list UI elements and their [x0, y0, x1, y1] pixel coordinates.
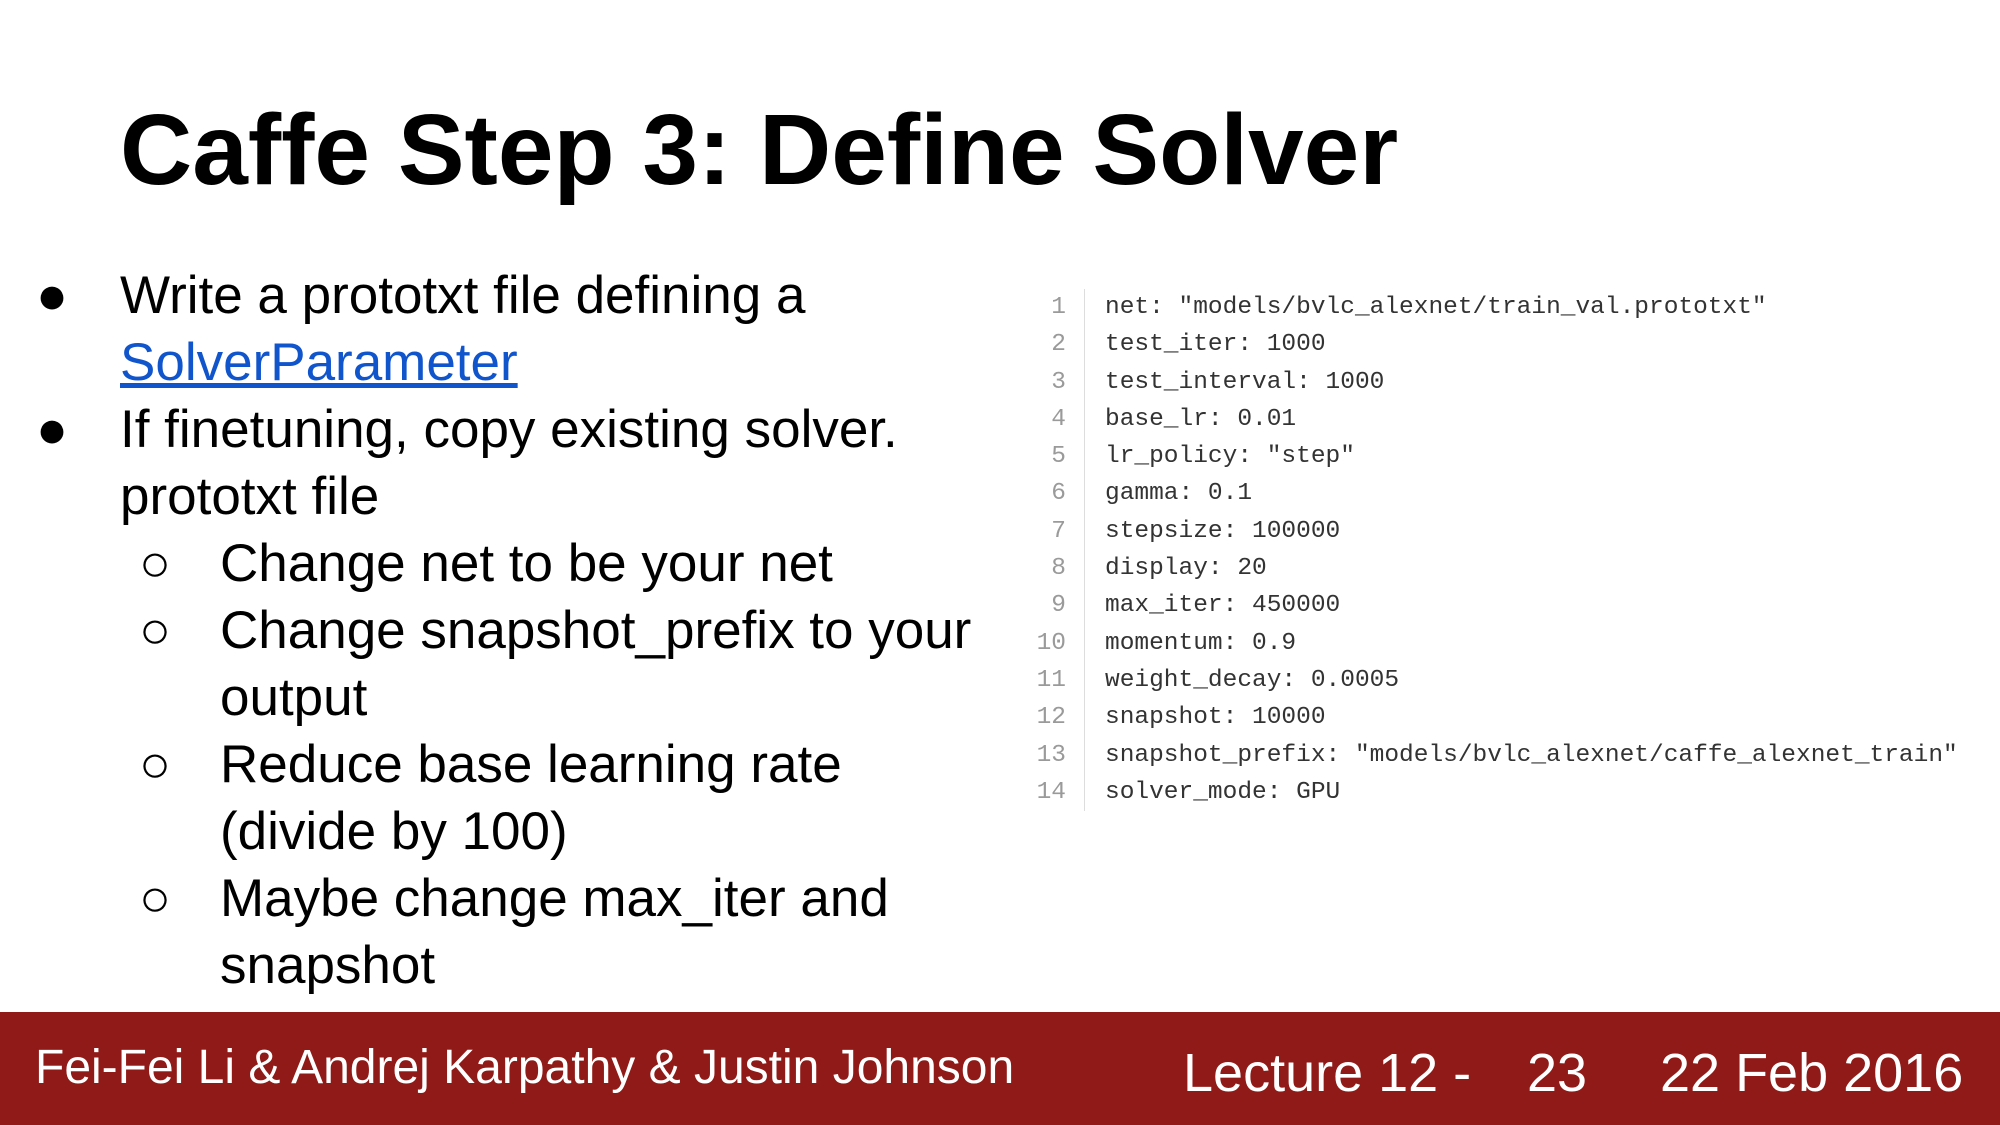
bullet-item: ● If finetuning, copy existing solver. p…	[0, 396, 1010, 530]
slide-footer: Fei-Fei Li & Andrej Karpathy & Justin Jo…	[0, 1012, 2000, 1125]
subbullet-text: output	[220, 668, 368, 727]
subbullet-text: Maybe change max_iter and	[220, 869, 889, 928]
subbullet-marker: ○	[138, 735, 171, 794]
subbullet-text: Change net to be your net	[220, 534, 833, 593]
line-number: 6	[1010, 475, 1085, 513]
code-line: 12 snapshot: 10000	[1010, 699, 1995, 737]
subbullet-text: Reduce base learning rate	[220, 735, 842, 794]
subbullet-text: snapshot	[220, 936, 436, 995]
code-line: 3 test_interval: 1000	[1010, 363, 1995, 401]
code-block: 1 net: "models/bvlc_alexnet/train_val.pro…	[1010, 289, 1995, 812]
code-line: 5 lr_policy: "step"	[1010, 438, 1995, 476]
subbullet-item: ○ Maybe change max_iter and snapshot	[0, 865, 1010, 999]
bullet-list: ● Write a prototxt file defining a Solve…	[0, 262, 1010, 999]
code-text: base_lr: 0.01	[1105, 405, 1297, 433]
bullet-marker: ●	[35, 266, 68, 325]
code-line: 14 solver_mode: GPU	[1010, 773, 1995, 812]
code-line: 8 display: 20	[1010, 550, 1995, 588]
subbullet-item: ○ Change snapshot_prefix to your output	[0, 597, 1010, 731]
code-line: 7 stepsize: 100000	[1010, 512, 1995, 551]
code-line: 11 weight_decay: 0.0005	[1010, 661, 1995, 700]
subbullet-marker: ○	[138, 534, 171, 593]
footer-page-number: 23	[1527, 1043, 1588, 1103]
code-text: momentum: 0.9	[1105, 629, 1297, 657]
code-line: 10 momentum: 0.9	[1010, 624, 1995, 662]
subbullet-item: ○ Change net to be your net	[0, 530, 1010, 597]
code-text: display: 20	[1105, 555, 1267, 583]
code-text: snapshot: 10000	[1105, 704, 1326, 732]
bullet-marker: ●	[35, 400, 68, 459]
code-text: lr_policy: "step"	[1105, 443, 1355, 471]
bullet-item: ● Write a prototxt file defining a Solve…	[0, 262, 1010, 396]
code-line: 13 snapshot_prefix: "models/bvlc_alexnet/…	[1010, 736, 1995, 774]
line-number: 5	[1010, 438, 1085, 476]
line-number: 2	[1010, 326, 1085, 364]
code-line: 1 net: "models/bvlc_alexnet/train_val.pro…	[1010, 289, 1995, 327]
code-text: stepsize: 100000	[1105, 517, 1341, 545]
code-text: test_interval: 1000	[1105, 368, 1385, 396]
code-line: 2 test_iter: 1000	[1010, 326, 1995, 364]
code-text: solver_mode: GPU	[1105, 778, 1341, 806]
code-text: net: "models/bvlc_alexnet/train_val.prot…	[1105, 294, 1767, 321]
code-text: gamma: 0.1	[1105, 480, 1253, 508]
line-number: 10	[1010, 624, 1085, 662]
code-line: 9 max_iter: 450000	[1010, 587, 1995, 625]
line-number: 4	[1010, 400, 1085, 439]
code-text: snapshot_prefix: "models/bvlc_alexnet/ca…	[1105, 741, 1958, 769]
code-line: 6 gamma: 0.1	[1010, 475, 1995, 513]
line-number: 12	[1010, 699, 1085, 737]
bullet-text: If finetuning, copy existing solver.	[120, 400, 898, 459]
line-number: 14	[1010, 773, 1085, 812]
solver-parameter-link[interactable]: SolverParameter	[120, 333, 518, 392]
code-line: 4 base_lr: 0.01	[1010, 400, 1995, 439]
line-number: 3	[1010, 363, 1085, 401]
line-number: 9	[1010, 587, 1085, 625]
subbullet-text: Change snapshot_prefix to your	[220, 601, 972, 660]
code-text: max_iter: 450000	[1105, 592, 1341, 620]
subbullet-item: ○ Reduce base learning rate (divide by 1…	[0, 731, 1010, 865]
subbullet-marker: ○	[138, 601, 171, 660]
footer-authors: Fei-Fei Li & Andrej Karpathy & Justin Jo…	[35, 1041, 1015, 1094]
line-number: 11	[1010, 661, 1085, 700]
line-number: 1	[1010, 289, 1085, 327]
code-text: weight_decay: 0.0005	[1105, 666, 1400, 694]
footer-lecture: Lecture 12 -	[1183, 1043, 1472, 1103]
line-number: 13	[1010, 736, 1085, 774]
slide-title: Caffe Step 3: Define Solver	[120, 94, 1399, 206]
line-number: 7	[1010, 512, 1085, 551]
line-number: 8	[1010, 550, 1085, 588]
subbullet-text: (divide by 100)	[220, 802, 568, 861]
bullet-text: Write a prototxt file defining a	[120, 266, 806, 325]
code-text: test_iter: 1000	[1105, 331, 1326, 359]
bullet-text: prototxt file	[120, 467, 380, 526]
subbullet-marker: ○	[138, 869, 171, 928]
footer-date: 22 Feb 2016	[1660, 1043, 1964, 1103]
